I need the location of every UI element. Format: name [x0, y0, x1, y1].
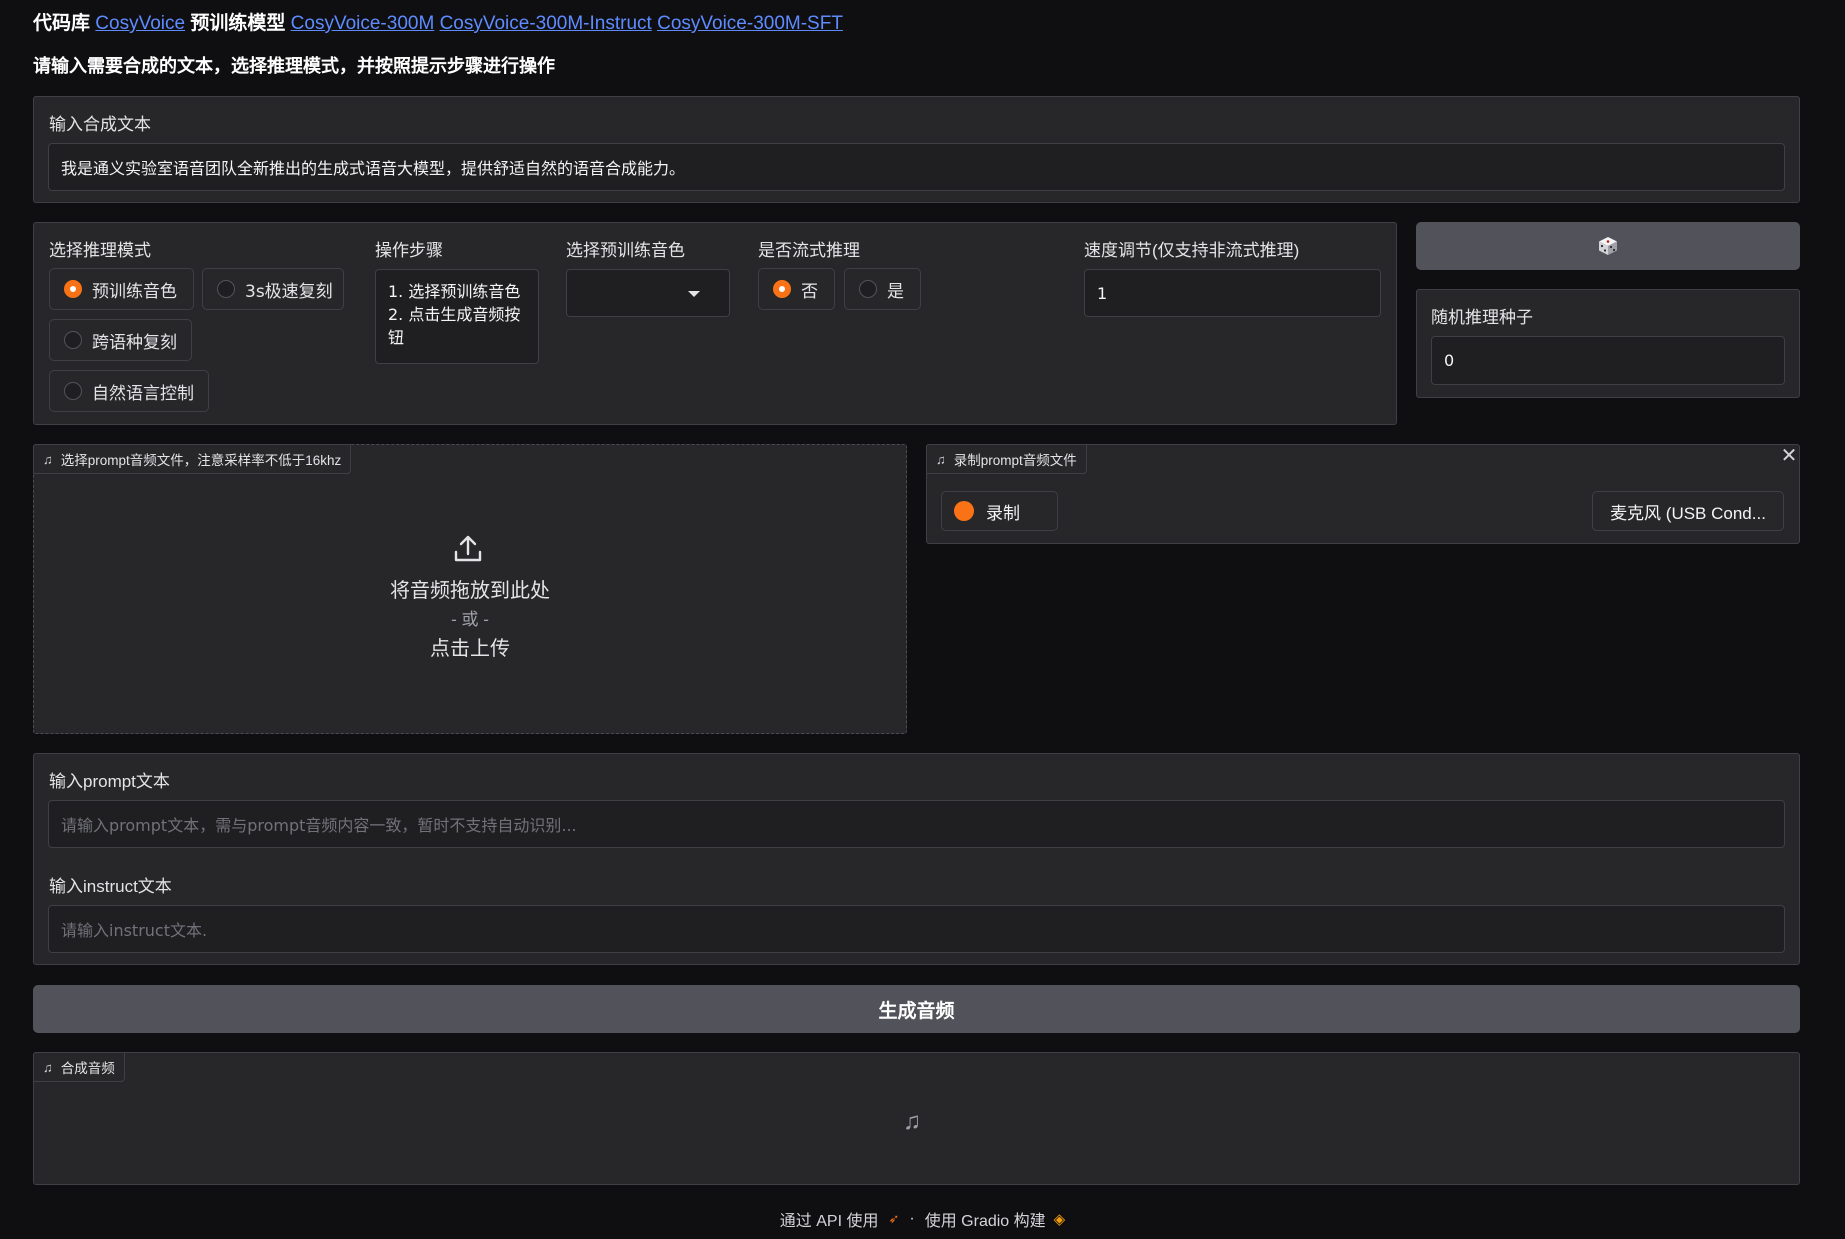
steps-box: 1. 选择预训练音色 2. 点击生成音频按 钮 — [375, 269, 539, 364]
repo-link[interactable]: CosyVoice — [95, 13, 185, 34]
stream-label: 是否流式推理 — [758, 241, 860, 260]
footer-api-link[interactable]: 通过 API 使用 — [780, 1207, 879, 1231]
music-note-icon: ♫ — [43, 451, 53, 467]
dropdown-caret-icon — [688, 291, 700, 297]
footer: 通过 API 使用 ➶ · 使用 Gradio 构建 ◈ — [0, 1207, 1845, 1231]
mode-option-label: 跨语种复刻 — [92, 332, 177, 353]
mode-option-label: 3s极速复刻 — [245, 281, 333, 302]
stream-option-label: 否 — [801, 281, 818, 302]
seed-label: 随机推理种子 — [1431, 308, 1533, 327]
speed-input[interactable]: 1 — [1084, 269, 1381, 317]
upload-badge-label: 选择prompt音频文件，注意采样率不低于16khz — [60, 453, 342, 468]
record-dot-icon — [954, 501, 974, 521]
record-badge-label: 录制prompt音频文件 — [953, 453, 1077, 468]
page-subtitle: 请输入需要合成的文本，选择推理模式，并按照提示步骤进行操作 — [33, 56, 555, 76]
music-note-icon: ♫ — [903, 1108, 921, 1135]
seed-input[interactable]: 0 — [1431, 336, 1785, 385]
upload-icon — [454, 535, 482, 562]
radio-unchecked-icon — [859, 280, 877, 298]
music-note-icon: ♫ — [936, 451, 946, 467]
model-link-300m[interactable]: CosyVoice-300M — [291, 13, 435, 34]
mode-option-3s-clone[interactable]: 3s极速复刻 — [202, 268, 344, 310]
prompt-record-panel: ♫ 录制prompt音频文件 ✕ 录制 麦克风 (USB Cond... — [926, 444, 1800, 544]
prompt-upload-panel[interactable]: ♫ 选择prompt音频文件，注意采样率不低于16khz 将音频拖放到此处 - … — [33, 444, 907, 734]
instruct-text-input[interactable]: 请输入instruct文本. — [48, 905, 1785, 953]
record-button-label: 录制 — [986, 503, 1020, 523]
radio-unchecked-icon — [217, 280, 235, 298]
prompt-text-label: 输入prompt文本 — [49, 772, 170, 791]
stream-option-no[interactable]: 否 — [758, 268, 835, 310]
radio-unchecked-icon — [64, 382, 82, 400]
dice-icon — [1599, 237, 1617, 255]
rocket-icon: ➶ — [888, 1211, 900, 1226]
header: 代码库 CosyVoice 预训练模型 CosyVoice-300M CosyV… — [33, 8, 843, 35]
repo-label: 代码库 — [33, 13, 91, 34]
model-link-sft[interactable]: CosyVoice-300M-SFT — [657, 13, 843, 34]
stream-option-label: 是 — [887, 281, 904, 302]
output-audio-badge: ♫ 合成音频 — [33, 1052, 125, 1082]
tts-text-input[interactable]: 我是通义实验室语音团队全新推出的生成式语音大模型，提供舒适自然的语音合成能力。 — [48, 143, 1785, 191]
mode-option-instruct[interactable]: 自然语言控制 — [49, 370, 209, 412]
upload-drop-text: 将音频拖放到此处 — [390, 580, 550, 602]
upload-badge: ♫ 选择prompt音频文件，注意采样率不低于16khz — [33, 444, 352, 474]
upload-or-text: - 或 - — [451, 610, 489, 629]
mode-label: 选择推理模式 — [49, 241, 151, 260]
tts-text-panel: 输入合成文本 我是通义实验室语音团队全新推出的生成式语音大模型，提供舒适自然的语… — [33, 96, 1800, 203]
radio-checked-icon — [773, 280, 791, 298]
record-button[interactable]: 录制 — [941, 491, 1058, 531]
mode-option-label: 自然语言控制 — [92, 383, 194, 404]
close-icon[interactable]: ✕ — [1779, 446, 1799, 467]
prompt-text-input[interactable]: 请输入prompt文本，需与prompt音频内容一致，暂时不支持自动识别... — [48, 800, 1785, 848]
voice-label: 选择预训练音色 — [566, 241, 685, 260]
radio-checked-icon — [64, 280, 82, 298]
random-seed-button[interactable] — [1416, 222, 1800, 270]
prompt-text-panel: 输入prompt文本 请输入prompt文本，需与prompt音频内容一致，暂时… — [33, 753, 1800, 965]
record-badge: ♫ 录制prompt音频文件 — [926, 444, 1087, 474]
steps-line: 2. 点击生成音频按 — [388, 305, 521, 324]
speed-label: 速度调节(仅支持非流式推理) — [1084, 241, 1300, 260]
options-panel: 选择推理模式 预训练音色 3s极速复刻 跨语种复刻 自然语言控制 操作步骤 1.… — [33, 222, 1397, 425]
instruct-text-label: 输入instruct文本 — [49, 877, 172, 896]
steps-line: 1. 选择预训练音色 — [388, 282, 521, 301]
model-link-instruct[interactable]: CosyVoice-300M-Instruct — [440, 13, 652, 34]
generate-audio-button[interactable]: 生成音频 — [33, 985, 1800, 1033]
gradio-logo-icon: ◈ — [1053, 1211, 1066, 1228]
voice-dropdown[interactable] — [566, 269, 730, 317]
mode-option-pretrained[interactable]: 预训练音色 — [49, 268, 194, 310]
footer-separator: · — [909, 1210, 915, 1227]
music-note-icon: ♫ — [43, 1059, 53, 1075]
upload-click-text: 点击上传 — [430, 638, 510, 660]
models-label: 预训练模型 — [190, 13, 286, 34]
seed-panel: 随机推理种子 0 — [1416, 289, 1800, 398]
mode-option-cross-lingual[interactable]: 跨语种复刻 — [49, 319, 192, 361]
microphone-select[interactable]: 麦克风 (USB Cond... — [1592, 491, 1784, 531]
output-audio-panel: ♫ 合成音频 ♫ — [33, 1052, 1800, 1185]
mode-option-label: 预训练音色 — [92, 281, 177, 302]
radio-unchecked-icon — [64, 331, 82, 349]
steps-label: 操作步骤 — [375, 241, 443, 260]
stream-option-yes[interactable]: 是 — [844, 268, 921, 310]
footer-gradio-link[interactable]: 使用 Gradio 构建 — [925, 1207, 1046, 1231]
output-audio-badge-label: 合成音频 — [60, 1061, 115, 1076]
tts-text-label: 输入合成文本 — [49, 115, 151, 134]
steps-line: 钮 — [388, 328, 405, 347]
